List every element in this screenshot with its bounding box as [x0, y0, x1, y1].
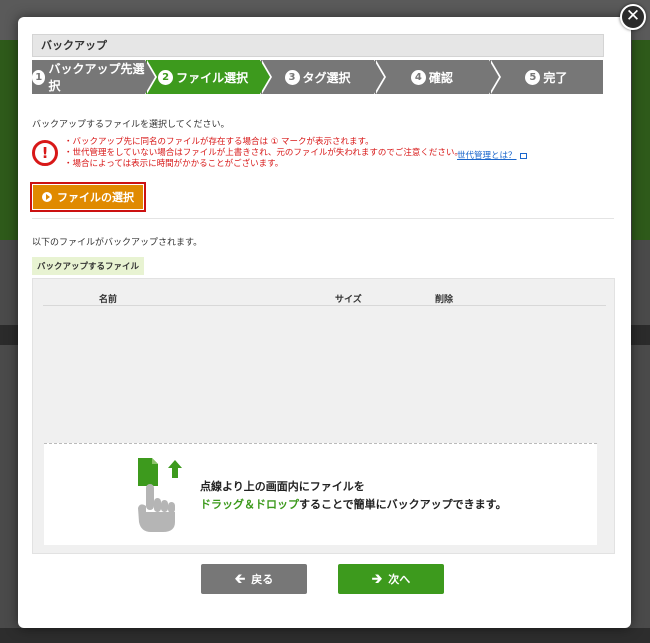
step-label: 完了: [543, 70, 568, 85]
step-5: 5 完了: [489, 60, 604, 94]
drag-drop-icon: [138, 458, 182, 532]
select-file-highlight: ファイルの選択: [30, 182, 146, 212]
next-label: 次へ: [388, 573, 411, 586]
next-button[interactable]: 🡲 次へ: [338, 564, 444, 594]
warning-icon: !: [32, 140, 58, 166]
drop-line-2: ドラッグ＆ドロップすることで簡単にバックアップできます。: [200, 496, 507, 514]
drop-line-2-rest: することで簡単にバックアップできます。: [299, 498, 507, 511]
drop-line-1: 点線より上の画面内にファイルを: [200, 480, 365, 493]
step-3: 3 タグ選択: [260, 60, 387, 94]
column-name: 名前: [99, 295, 118, 305]
warning-line: ・世代管理をしていない場合はファイルが上書きされ、元のファイルが失われますのでご…: [64, 148, 463, 158]
warning-line: ・場合によっては表示に時間がかかることがございます。: [64, 159, 284, 169]
file-list: 名前 サイズ 削除 点線より上の画面内にファイルを ドラッグ＆ドロップすることで…: [32, 278, 615, 554]
background-panel-left: [0, 40, 18, 240]
step-label: ファイル選択: [176, 70, 249, 85]
arrow-left-icon: 🡰: [234, 571, 246, 587]
external-link-icon: [519, 152, 527, 159]
step-number: 3: [284, 69, 300, 85]
background-footer: [0, 628, 650, 643]
step-number: 5: [525, 69, 541, 85]
file-list-header: 名前 サイズ 削除: [43, 290, 606, 306]
warning-text: ・バックアップ先に同名のファイルが存在する場合は ① マークが表示されます。 ・…: [64, 137, 463, 170]
column-delete: 削除: [435, 295, 454, 305]
backup-dialog: バックアップ 1 バックアップ先選択 2 ファイル選択 3 タグ選択 4 確認 …: [18, 17, 631, 628]
background-panel-right: [632, 40, 650, 240]
step-label: バックアップ先選択: [48, 62, 145, 93]
drag-drop-accent: ドラッグ＆ドロップ: [200, 498, 299, 511]
divider: [32, 218, 614, 219]
step-number: 1: [32, 69, 46, 85]
back-button[interactable]: 🡰 戻る: [201, 564, 307, 594]
back-label: 戻る: [251, 573, 274, 586]
step-number: 2: [158, 69, 174, 85]
select-file-label: ファイルの選択: [57, 191, 134, 204]
select-file-button[interactable]: ファイルの選択: [33, 185, 143, 209]
step-label: 確認: [428, 70, 453, 85]
backup-files-badge: バックアップするファイル: [32, 257, 145, 275]
step-progress: 1 バックアップ先選択 2 ファイル選択 3 タグ選択 4 確認 5 完了: [32, 60, 604, 94]
intro-text: バックアップするファイルを選択してください。: [32, 120, 230, 130]
arrow-right-icon: 🡲: [371, 571, 383, 587]
generation-help-link[interactable]: 世代管理とは？: [457, 149, 527, 161]
step-2: 2 ファイル選択: [146, 60, 272, 94]
step-label: タグ選択: [302, 70, 351, 85]
dialog-title: バックアップ: [32, 34, 604, 57]
step-1: 1 バックアップ先選択: [32, 60, 158, 94]
step-number: 4: [410, 69, 426, 85]
drop-instructions: 点線より上の画面内にファイルを ドラッグ＆ドロップすることで簡単にバックアップで…: [200, 478, 507, 514]
play-circle-icon: [42, 192, 52, 202]
column-size: サイズ: [335, 295, 362, 305]
drop-zone[interactable]: 点線より上の画面内にファイルを ドラッグ＆ドロップすることで簡単にバックアップで…: [44, 443, 597, 545]
close-button[interactable]: ✕: [620, 4, 646, 30]
step-4: 4 確認: [375, 60, 501, 94]
warning-box: ! ・バックアップ先に同名のファイルが存在する場合は ① マークが表示されます。…: [32, 137, 604, 177]
generation-help-label: 世代管理とは？: [457, 151, 517, 161]
warning-line: ・バックアップ先に同名のファイルが存在する場合は ① マークが表示されます。: [64, 137, 374, 147]
backup-list-intro: 以下のファイルがバックアップされます。: [32, 238, 203, 248]
